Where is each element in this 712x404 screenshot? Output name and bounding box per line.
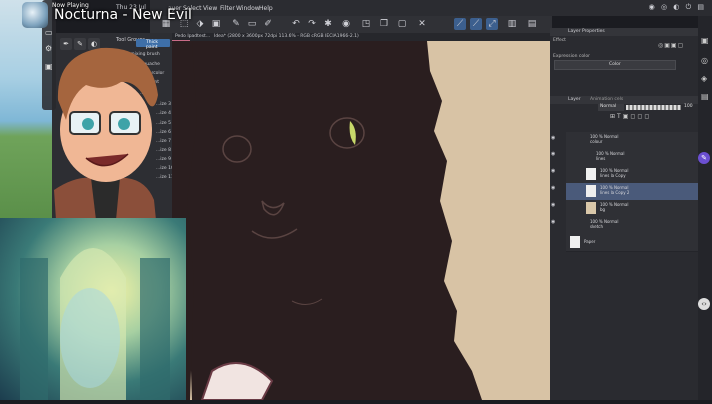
pen-icon[interactable]: ✎ (230, 18, 242, 30)
menu-filter[interactable]: Filter (220, 5, 235, 12)
cathedral-window-art (20, 248, 170, 400)
menu-bar: ayer Select View Filter Window Help (150, 0, 712, 16)
now-playing-song: Nocturna - New Evil (54, 7, 192, 23)
drawing-canvas[interactable] (172, 41, 550, 400)
layer-row[interactable]: 100 % Normal lines (566, 149, 698, 167)
icon-sidebar: ▣ ◎ ◈ ▤ ✎ ‹› (698, 16, 712, 400)
expression-color-label: Expression color (553, 54, 590, 59)
layer-thumbnail (570, 236, 580, 248)
eye-icon[interactable]: ◉ (551, 151, 557, 157)
right-panel: Layer Properties Effect ◎▣▣▢ Expression … (550, 28, 698, 400)
layers-icon[interactable]: ◈ (701, 74, 707, 83)
document-tabs: Pedo Ipadtest... Idea* (2800 x 3600px 72… (172, 33, 552, 41)
properties-icon[interactable]: ◎ (701, 56, 708, 65)
menu-window[interactable]: Window (236, 5, 260, 12)
layer-name: 100 % Normal lines la Copy (600, 168, 629, 178)
layer-tool-icons[interactable]: ⊞T▣◻◻◻ (610, 113, 690, 121)
album-art-icon (22, 2, 48, 28)
menu-help[interactable]: Help (259, 5, 273, 12)
undo-icon[interactable]: ↶ (290, 18, 302, 30)
layer-row-selected[interactable]: 100 % Normal lines la Copy 2 (566, 183, 698, 201)
redo-icon[interactable]: ↷ (306, 18, 318, 30)
fill-icon[interactable]: ▣ (210, 18, 222, 30)
eye-icon[interactable]: ◉ (551, 219, 557, 225)
layer-row[interactable]: 100 % Normal colour (566, 132, 698, 150)
layer-row[interactable]: 100 % Normal lines la Copy (566, 166, 698, 184)
snap-icon[interactable]: ⟋ (470, 18, 482, 30)
eye-icon[interactable]: ◉ (551, 202, 557, 208)
blend-mode-select[interactable]: Normal (598, 104, 624, 111)
layer-properties-header: Layer Properties (550, 28, 698, 36)
cat-artwork (172, 41, 482, 400)
layer-thumbnail (586, 185, 596, 197)
opacity-value[interactable]: 100 (684, 104, 693, 109)
delete-icon[interactable]: ✕ (416, 18, 428, 30)
effect-icons[interactable]: ◎▣▣▢ (658, 42, 694, 50)
expression-color-select[interactable]: Color (554, 60, 676, 70)
layer-row[interactable]: 100 % Normal sketch (566, 217, 698, 235)
materials-icon[interactable]: ▤ (701, 92, 709, 101)
layer-name: 100 % Normal colour (590, 134, 619, 144)
reference-artwork (0, 218, 186, 400)
command-bar: ▦ ⬚ ⬗ ▣ ✎ ▭ ✐ ↶ ↷ ✱ ◉ ◳ ❐ ▢ ✕ ⟋ ⟋ ⤢ ▥ ▤ (150, 16, 552, 33)
folder-icon[interactable]: ▭ (45, 28, 53, 37)
eraser-icon[interactable]: ▭ (246, 18, 258, 30)
animation-cels-tab[interactable]: Animation cels (590, 97, 623, 102)
eye-icon[interactable]: ◉ (551, 185, 557, 191)
layer-panel-header: Layer Animation cels (550, 96, 698, 104)
eye-icon[interactable]: ◉ (551, 135, 557, 141)
layer-name: 100 % Normal bg (600, 202, 629, 212)
paste-icon[interactable]: ▢ (396, 18, 408, 30)
ruler-icon[interactable]: ⟋ (454, 18, 466, 30)
layer-thumbnail (586, 202, 596, 214)
transform-icon[interactable]: ⬗ (194, 18, 206, 30)
layer-thumbnail (586, 168, 596, 180)
tab-idea[interactable]: Idea* (2800 x 3600px 72dpi 113.6% - RGB … (214, 34, 359, 39)
pencil-icon[interactable]: ✐ (262, 18, 274, 30)
symmetry-icon[interactable]: ⤢ (486, 18, 498, 30)
layer-name: Paper (584, 239, 596, 244)
copy-icon[interactable]: ❐ (378, 18, 390, 30)
menu-view[interactable]: View (203, 5, 217, 12)
crop-icon[interactable]: ◳ (360, 18, 372, 30)
effect-label: Effect (553, 38, 566, 43)
layer-row[interactable]: Paper (566, 234, 698, 252)
expand-arrows-icon[interactable]: ‹› (698, 298, 710, 310)
gradient-icon[interactable]: ▥ (506, 18, 518, 30)
layer-name: 100 % Normal lines (596, 151, 625, 161)
frame-icon[interactable]: ▤ (526, 18, 538, 30)
layer-name: 100 % Normal sketch (590, 219, 619, 229)
layer-name: 100 % Normal lines la Copy 2 (600, 185, 630, 195)
expression-color-value: Color (609, 62, 621, 67)
navigator-icon[interactable]: ▣ (701, 36, 709, 45)
eye-icon[interactable]: ◉ (551, 168, 557, 174)
settings-icon[interactable]: ✱ (322, 18, 334, 30)
pen-pressure-icon[interactable]: ✎ (698, 152, 710, 164)
streamer-avatar (54, 47, 158, 220)
system-tray-icons: ◉ ◎ ◐ ⏻ ▤ (648, 3, 706, 11)
tab-pedo[interactable]: Pedo Ipadtest... (175, 34, 210, 39)
layer-panel-title[interactable]: Layer (568, 97, 581, 102)
visibility-icon[interactable]: ◉ (340, 18, 352, 30)
layer-properties-title: Layer Properties (568, 29, 605, 34)
blend-mode-value: Normal (600, 104, 617, 109)
opacity-slider[interactable] (626, 105, 681, 110)
layer-row[interactable]: 100 % Normal bg (566, 200, 698, 218)
